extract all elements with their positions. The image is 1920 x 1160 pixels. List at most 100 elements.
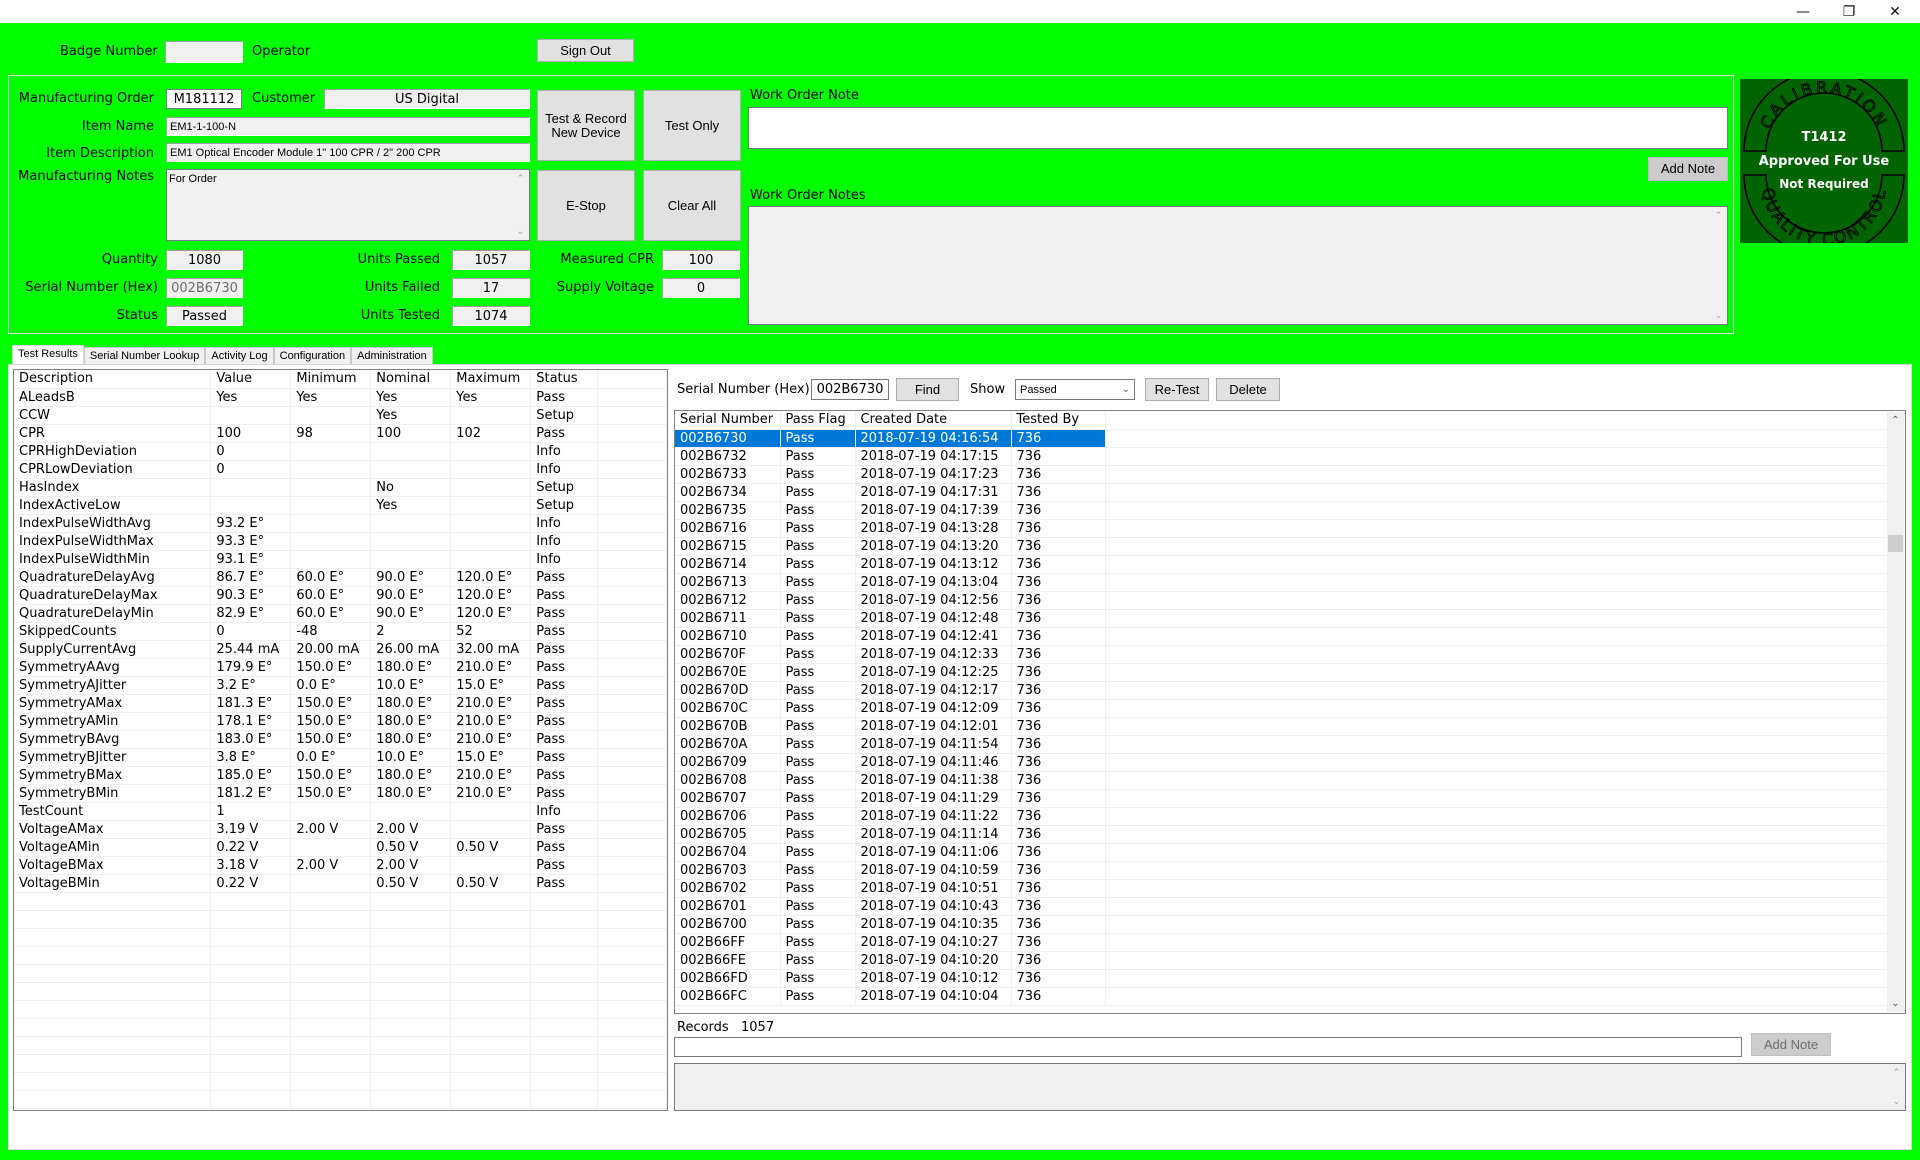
re-test-button[interactable]: Re-Test <box>1145 378 1209 401</box>
lookup-row[interactable]: 002B6732 Pass 2018-07-19 04:17:15 736 <box>675 447 1887 466</box>
test-results-grid[interactable]: Description Value Minimum Nominal Maximum Sta… <box>13 369 668 1111</box>
results-row[interactable]: IndexPulseWidthMax 93.3 E° Info <box>14 532 667 551</box>
lookup-notes-textarea[interactable]: ⌃ ⌄ <box>674 1063 1906 1111</box>
results-row[interactable]: VoltageAMax 3.19 V 2.00 V 2.00 V Pass <box>14 820 667 839</box>
lookup-row[interactable]: 002B6708 Pass 2018-07-19 04:11:38 736 <box>675 771 1887 790</box>
results-row[interactable]: VoltageAMin 0.22 V 0.50 V 0.50 V Pass <box>14 838 667 857</box>
lookup-column-header[interactable]: Serial Number <box>675 411 781 430</box>
results-row[interactable]: SupplyCurrentAvg 25.44 mA 20.00 mA 26.00 mA… <box>14 640 667 659</box>
results-row[interactable]: ALeadsB Yes Yes Yes Yes Pass <box>14 388 667 407</box>
results-column-header[interactable]: Description <box>14 370 212 389</box>
results-row[interactable] <box>14 982 667 1001</box>
lookup-row[interactable]: 002B66FC Pass 2018-07-19 04:10:04 736 <box>675 987 1887 1006</box>
lookup-serial-input[interactable]: 002B6730 <box>811 379 889 400</box>
work-order-note-input[interactable] <box>748 107 1728 149</box>
results-row[interactable]: SymmetryAJitter 3.2 E° 0.0 E° 10.0 E° 15.0 E… <box>14 676 667 695</box>
lookup-row[interactable]: 002B6701 Pass 2018-07-19 04:10:43 736 <box>675 897 1887 916</box>
results-column-header[interactable]: Minimum <box>290 370 372 389</box>
results-row[interactable]: CPRHighDeviation 0 Info <box>14 442 667 461</box>
results-row[interactable]: QuadratureDelayAvg 86.7 E° 60.0 E° 90.0 E° 1… <box>14 568 667 587</box>
minimize-icon[interactable]: — <box>1780 0 1826 23</box>
scroll-down-icon[interactable]: ⌄ <box>1887 995 1904 1012</box>
lookup-row[interactable]: 002B670F Pass 2018-07-19 04:12:33 736 <box>675 645 1887 664</box>
scroll-down-icon[interactable]: ⌄ <box>1710 307 1727 324</box>
manufacturing-order-input[interactable]: M181112 <box>166 89 242 109</box>
results-row[interactable] <box>14 892 667 911</box>
add-work-order-note-button[interactable]: Add Note <box>1648 157 1728 181</box>
tab-administration[interactable]: Administration <box>351 347 433 365</box>
results-row[interactable]: VoltageBMin 0.22 V 0.50 V 0.50 V Pass <box>14 874 667 893</box>
lookup-row[interactable]: 002B6707 Pass 2018-07-19 04:11:29 736 <box>675 789 1887 808</box>
results-row[interactable]: IndexPulseWidthMin 93.1 E° Info <box>14 550 667 569</box>
lookup-row[interactable]: 002B6716 Pass 2018-07-19 04:13:28 736 <box>675 519 1887 538</box>
lookup-row[interactable]: 002B6712 Pass 2018-07-19 04:12:56 736 <box>675 591 1887 610</box>
results-row[interactable]: TestCount 1 Info <box>14 802 667 821</box>
find-button[interactable]: Find <box>896 378 959 401</box>
lookup-row[interactable]: 002B6735 Pass 2018-07-19 04:17:39 736 <box>675 501 1887 520</box>
lookup-row[interactable]: 002B6714 Pass 2018-07-19 04:13:12 736 <box>675 555 1887 574</box>
lookup-row[interactable]: 002B670A Pass 2018-07-19 04:11:54 736 <box>675 735 1887 754</box>
manufacturing-notes-scrollbar[interactable]: ⌃ ⌄ <box>512 170 529 240</box>
results-row[interactable]: SkippedCounts 0 -48 2 52 Pass <box>14 622 667 641</box>
results-row[interactable]: SymmetryAAvg 179.9 E° 150.0 E° 180.0 E° 210.… <box>14 658 667 677</box>
close-icon[interactable]: ✕ <box>1872 0 1918 23</box>
results-row[interactable] <box>14 964 667 983</box>
results-row[interactable]: CPR 100 98 100 102 Pass <box>14 424 667 443</box>
serial-lookup-list[interactable]: Serial Number Pass Flag Created Date Tested… <box>674 410 1906 1014</box>
scroll-up-icon[interactable]: ⌃ <box>1887 412 1904 429</box>
work-order-notes-scrollbar[interactable]: ⌃ ⌄ <box>1710 207 1727 324</box>
results-row[interactable] <box>14 1090 667 1109</box>
lookup-row[interactable]: 002B6704 Pass 2018-07-19 04:11:06 736 <box>675 843 1887 862</box>
tab-activity-log[interactable]: Activity Log <box>205 347 274 365</box>
test-only-button[interactable]: Test Only <box>643 90 741 161</box>
results-row[interactable]: VoltageBMax 3.18 V 2.00 V 2.00 V Pass <box>14 856 667 875</box>
results-row[interactable] <box>14 1072 667 1091</box>
results-row[interactable]: QuadratureDelayMax 90.3 E° 60.0 E° 90.0 E° 1… <box>14 586 667 605</box>
tab-serial-number-lookup[interactable]: Serial Number Lookup <box>83 347 206 365</box>
lookup-row[interactable]: 002B6711 Pass 2018-07-19 04:12:48 736 <box>675 609 1887 628</box>
scroll-down-icon[interactable]: ⌄ <box>1888 1093 1905 1110</box>
tab-test-results[interactable]: Test Results <box>12 345 84 365</box>
lookup-row[interactable]: 002B6706 Pass 2018-07-19 04:11:22 736 <box>675 807 1887 826</box>
results-row[interactable] <box>14 1054 667 1073</box>
results-row[interactable]: SymmetryAMin 178.1 E° 150.0 E° 180.0 E° 210.… <box>14 712 667 731</box>
e-stop-button[interactable]: E-Stop <box>537 170 635 241</box>
results-column-header[interactable]: Nominal <box>370 370 452 389</box>
lookup-row[interactable]: 002B6702 Pass 2018-07-19 04:10:51 736 <box>675 879 1887 898</box>
results-row[interactable] <box>14 1036 667 1055</box>
results-row[interactable]: SymmetryBMin 181.2 E° 150.0 E° 180.0 E° 210.… <box>14 784 667 803</box>
sign-out-button[interactable]: Sign Out <box>537 39 634 62</box>
results-row[interactable]: SymmetryBAvg 183.0 E° 150.0 E° 180.0 E° 210.… <box>14 730 667 749</box>
restore-icon[interactable]: ❐ <box>1826 0 1872 23</box>
results-row[interactable]: IndexPulseWidthAvg 93.2 E° Info <box>14 514 667 533</box>
work-order-notes-textarea[interactable]: ⌃ ⌄ <box>748 206 1728 325</box>
badge-number-input[interactable] <box>165 41 243 63</box>
results-row[interactable]: SymmetryBMax 185.0 E° 150.0 E° 180.0 E° 210.… <box>14 766 667 785</box>
results-row[interactable] <box>14 1018 667 1037</box>
lookup-row[interactable]: 002B670C Pass 2018-07-19 04:12:09 736 <box>675 699 1887 718</box>
lookup-row[interactable]: 002B6730 Pass 2018-07-19 04:16:54 736 <box>675 429 1887 448</box>
scrollbar-thumb[interactable] <box>1888 535 1903 552</box>
results-row[interactable]: HasIndex No Setup <box>14 478 667 497</box>
lookup-row[interactable]: 002B670D Pass 2018-07-19 04:12:17 736 <box>675 681 1887 700</box>
results-row[interactable]: CCW Yes Setup <box>14 406 667 425</box>
lookup-note-input[interactable] <box>674 1037 1742 1057</box>
lookup-row[interactable]: 002B6733 Pass 2018-07-19 04:17:23 736 <box>675 465 1887 484</box>
delete-button[interactable]: Delete <box>1216 378 1280 401</box>
results-row[interactable]: SymmetryBJitter 3.8 E° 0.0 E° 10.0 E° 15.0 E… <box>14 748 667 767</box>
lookup-add-note-button[interactable]: Add Note <box>1751 1033 1831 1056</box>
manufacturing-notes-textarea[interactable]: For Order ⌃ ⌄ <box>166 169 530 241</box>
lookup-row[interactable]: 002B66FF Pass 2018-07-19 04:10:27 736 <box>675 933 1887 952</box>
lookup-row[interactable]: 002B66FE Pass 2018-07-19 04:10:20 736 <box>675 951 1887 970</box>
lookup-row[interactable]: 002B66FD Pass 2018-07-19 04:10:12 736 <box>675 969 1887 988</box>
results-row[interactable] <box>14 946 667 965</box>
results-row[interactable]: SymmetryAMax 181.3 E° 150.0 E° 180.0 E° 210.… <box>14 694 667 713</box>
results-column-header[interactable]: Status <box>530 370 599 389</box>
lookup-row[interactable]: 002B6703 Pass 2018-07-19 04:10:59 736 <box>675 861 1887 880</box>
lookup-row[interactable]: 002B6709 Pass 2018-07-19 04:11:46 736 <box>675 753 1887 772</box>
scroll-down-icon[interactable]: ⌄ <box>512 223 529 240</box>
lookup-row[interactable]: 002B6713 Pass 2018-07-19 04:13:04 736 <box>675 573 1887 592</box>
lookup-row[interactable]: 002B6700 Pass 2018-07-19 04:10:35 736 <box>675 915 1887 934</box>
lookup-row[interactable]: 002B6715 Pass 2018-07-19 04:13:20 736 <box>675 537 1887 556</box>
show-filter-select[interactable]: Passed ⌄ <box>1015 379 1135 400</box>
